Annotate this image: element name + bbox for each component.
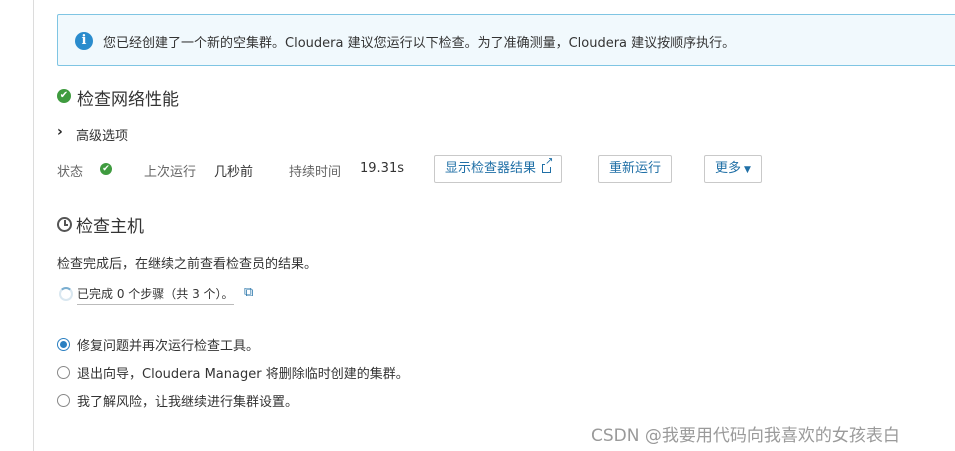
radio-exit-wizard[interactable] bbox=[57, 366, 70, 379]
advanced-options-toggle[interactable]: 高级选项 bbox=[76, 125, 128, 144]
option-fix-and-rerun-label[interactable]: 修复问题并再次运行检查工具。 bbox=[77, 335, 259, 354]
caret-down-icon: ▼ bbox=[744, 165, 751, 175]
network-check-title: 检查网络性能 bbox=[77, 90, 179, 110]
host-check-description: 检查完成后，在继续之前查看检查员的结果。 bbox=[57, 257, 318, 272]
host-check-title: 检查主机 bbox=[76, 217, 144, 237]
left-divider bbox=[33, 0, 34, 451]
show-inspector-results-button[interactable]: 显示检查器结果 bbox=[434, 155, 563, 183]
rerun-button[interactable]: 重新运行 bbox=[598, 155, 673, 183]
progress-text: 已完成 0 个步骤（共 3 个）。 bbox=[77, 285, 234, 305]
alert-message: 您已经创建了一个新的空集群。Cloudera 建议您运行以下检查。为了准确测量，… bbox=[103, 36, 736, 51]
status-label: 状态 bbox=[57, 165, 84, 180]
show-results-label: 显示检查器结果 bbox=[445, 161, 537, 176]
option-exit-wizard-label[interactable]: 退出向导，Cloudera Manager 将删除临时创建的集群。 bbox=[77, 363, 409, 382]
external-link-icon[interactable]: ⧉ bbox=[244, 285, 253, 300]
external-link-icon bbox=[542, 157, 554, 173]
watermark: CSDN @我要用代码向我喜欢的女孩表白 bbox=[591, 426, 900, 446]
more-dropdown-button[interactable]: 更多 ▼ bbox=[704, 155, 762, 183]
radio-accept-risk[interactable] bbox=[57, 394, 70, 407]
last-run-label: 上次运行 bbox=[144, 165, 197, 180]
info-alert: i 您已经创建了一个新的空集群。Cloudera 建议您运行以下检查。为了准确测… bbox=[57, 14, 955, 66]
loading-spinner-icon bbox=[59, 287, 73, 301]
radio-fix-and-rerun[interactable] bbox=[57, 338, 70, 351]
last-run-value: 几秒前 bbox=[214, 165, 254, 180]
duration-label: 持续时间 bbox=[289, 165, 342, 180]
info-icon: i bbox=[75, 32, 93, 50]
chevron-right-icon[interactable]: › bbox=[57, 124, 63, 140]
more-label: 更多 bbox=[715, 161, 742, 176]
status-success-icon: ✔ bbox=[100, 163, 112, 175]
option-accept-risk-label[interactable]: 我了解风险，让我继续进行集群设置。 bbox=[77, 391, 298, 410]
check-success-icon: ✔ bbox=[57, 89, 71, 103]
clock-icon bbox=[57, 217, 72, 232]
duration-value: 19.31s bbox=[360, 161, 404, 176]
